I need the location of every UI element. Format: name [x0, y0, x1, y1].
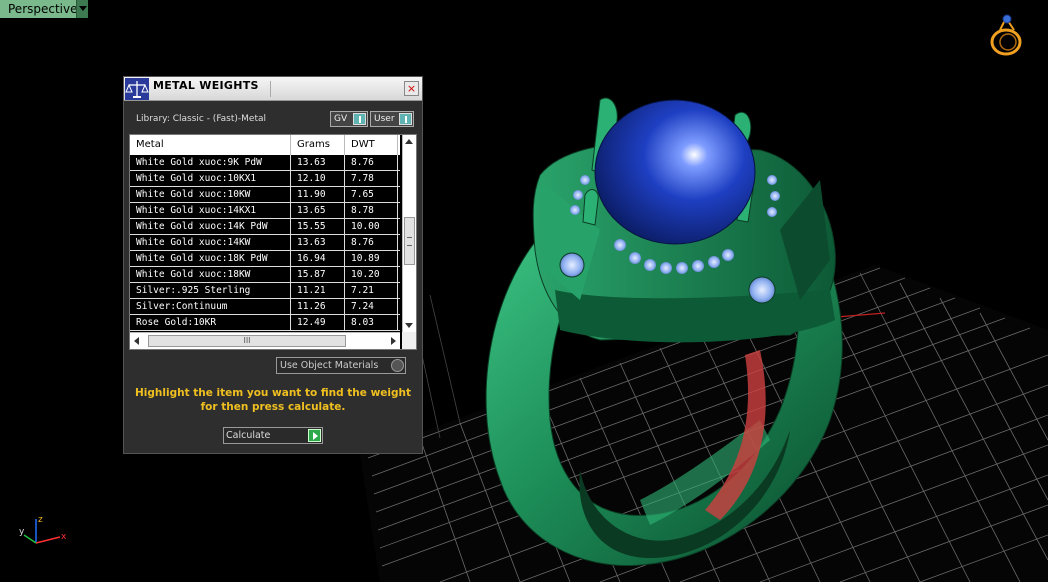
horizontal-scrollbar[interactable]: III: [130, 332, 400, 349]
view-dropdown[interactable]: Perspective: [0, 0, 88, 18]
scroll-thumb[interactable]: [404, 217, 415, 265]
toggle-switch-icon[interactable]: [353, 113, 366, 125]
cell-dwt: 8.78: [345, 203, 398, 218]
metal-weights-dialog: METAL WEIGHTS × Library: Classic - (Fast…: [123, 76, 423, 454]
table-row[interactable]: White Gold xuoc:18K PdW 16.94 10.89: [130, 251, 400, 267]
cell-dwt: 7.65: [345, 187, 398, 202]
close-button[interactable]: ×: [404, 81, 419, 96]
gizmo-z-label: z: [38, 515, 43, 525]
column-header-grams[interactable]: Grams: [291, 135, 345, 155]
cell-metal: Silver:.925 Sterling: [130, 283, 291, 298]
cell-dwt: 8.76: [345, 155, 398, 170]
table-row[interactable]: Silver:Continuum 11.26 7.24: [130, 299, 400, 315]
balance-scale-icon: [125, 78, 149, 100]
cell-dwt: 8.03: [345, 315, 398, 330]
gizmo-x-label: x: [61, 532, 67, 542]
library-label: Library: Classic - (Fast)-Metal: [136, 114, 267, 124]
cell-dwt: 10.20: [345, 267, 398, 282]
cell-metal: White Gold xuoc:14K PdW: [130, 219, 291, 234]
gv-toggle-label: GV: [334, 114, 348, 124]
cell-grams: 11.90: [291, 187, 345, 202]
cell-grams: 12.49: [291, 315, 345, 330]
user-toggle-label: User: [374, 114, 395, 124]
cell-metal: White Gold xuoc:10KX1: [130, 171, 291, 186]
use-object-materials-label: Use Object Materials: [280, 360, 379, 371]
scroll-up-icon[interactable]: [405, 139, 413, 144]
table-row[interactable]: Silver:.925 Sterling 11.21 7.21: [130, 283, 400, 299]
user-toggle[interactable]: User: [370, 111, 414, 127]
cell-metal: White Gold xuoc:18K PdW: [130, 251, 291, 266]
ring-icon[interactable]: [986, 10, 1028, 58]
vertical-scrollbar[interactable]: [402, 135, 416, 332]
view-label[interactable]: Perspective: [0, 0, 78, 18]
table-row[interactable]: Rose Gold:10KR 12.49 8.03: [130, 315, 400, 331]
use-object-materials-button[interactable]: Use Object Materials: [276, 357, 406, 374]
column-header-metal[interactable]: Metal: [130, 135, 291, 155]
metal-table: Metal Grams DWT White Gold xuoc:9K PdW 13…: [129, 134, 417, 350]
table-row[interactable]: White Gold xuoc:14KW 13.63 8.76: [130, 235, 400, 251]
gizmo-y-label: y: [19, 527, 25, 537]
cell-metal: White Gold xuoc:10KW: [130, 187, 291, 202]
center-gem: [594, 99, 756, 245]
table-row[interactable]: White Gold xuoc:10KW 11.90 7.65: [130, 187, 400, 203]
toggle-switch-icon[interactable]: [399, 113, 412, 125]
scroll-right-icon[interactable]: [391, 337, 396, 345]
axis-gizmo: z y x: [19, 515, 67, 544]
column-header-dwt[interactable]: DWT: [345, 135, 398, 155]
cell-grams: 15.87: [291, 267, 345, 282]
cell-dwt: 10.89: [345, 251, 398, 266]
table-row[interactable]: White Gold xuoc:14K PdW 15.55 10.00: [130, 219, 400, 235]
cell-dwt: 7.21: [345, 283, 398, 298]
play-icon[interactable]: [308, 429, 321, 442]
cell-grams: 16.94: [291, 251, 345, 266]
calculate-label: Calculate: [226, 430, 271, 441]
dialog-titlebar[interactable]: METAL WEIGHTS ×: [124, 77, 422, 101]
scrollbar-corner: [402, 332, 416, 349]
cell-metal: Rose Gold:10KR: [130, 315, 291, 330]
dialog-title: METAL WEIGHTS: [153, 79, 259, 92]
chevron-down-icon[interactable]: [76, 0, 88, 18]
cell-grams: 11.26: [291, 299, 345, 314]
gv-toggle[interactable]: GV: [330, 111, 368, 127]
table-row[interactable]: White Gold xuoc:9K PdW 13.63 8.76: [130, 155, 400, 171]
cell-metal: White Gold xuoc:14KW: [130, 235, 291, 250]
cell-grams: 15.55: [291, 219, 345, 234]
cell-metal: White Gold xuoc:18KW: [130, 267, 291, 282]
table-body: White Gold xuoc:9K PdW 13.63 8.76 White Go…: [130, 155, 400, 331]
cell-dwt: 7.78: [345, 171, 398, 186]
cell-grams: 13.63: [291, 235, 345, 250]
scroll-thumb[interactable]: III: [148, 335, 346, 347]
cell-metal: White Gold xuoc:14KX1: [130, 203, 291, 218]
cell-grams: 13.65: [291, 203, 345, 218]
cell-grams: 11.21: [291, 283, 345, 298]
cell-grams: 13.63: [291, 155, 345, 170]
cell-grams: 12.10: [291, 171, 345, 186]
table-header: Metal Grams DWT: [130, 135, 400, 155]
table-row[interactable]: White Gold xuoc:18KW 15.87 10.20: [130, 267, 400, 283]
table-row[interactable]: White Gold xuoc:10KX1 12.10 7.78: [130, 171, 400, 187]
scroll-down-icon[interactable]: [405, 323, 413, 328]
cell-dwt: 8.76: [345, 235, 398, 250]
cell-dwt: 7.24: [345, 299, 398, 314]
radio-indicator-icon[interactable]: [391, 359, 404, 372]
cell-metal: Silver:Continuum: [130, 299, 291, 314]
titlebar-divider: [270, 81, 271, 97]
table-row[interactable]: White Gold xuoc:14KX1 13.65 8.78: [130, 203, 400, 219]
cell-dwt: 10.00: [345, 219, 398, 234]
cell-metal: White Gold xuoc:9K PdW: [130, 155, 291, 170]
scroll-left-icon[interactable]: [134, 337, 139, 345]
calculate-button[interactable]: Calculate: [223, 427, 323, 444]
instruction-text: Highlight the item you want to find the …: [135, 387, 411, 413]
